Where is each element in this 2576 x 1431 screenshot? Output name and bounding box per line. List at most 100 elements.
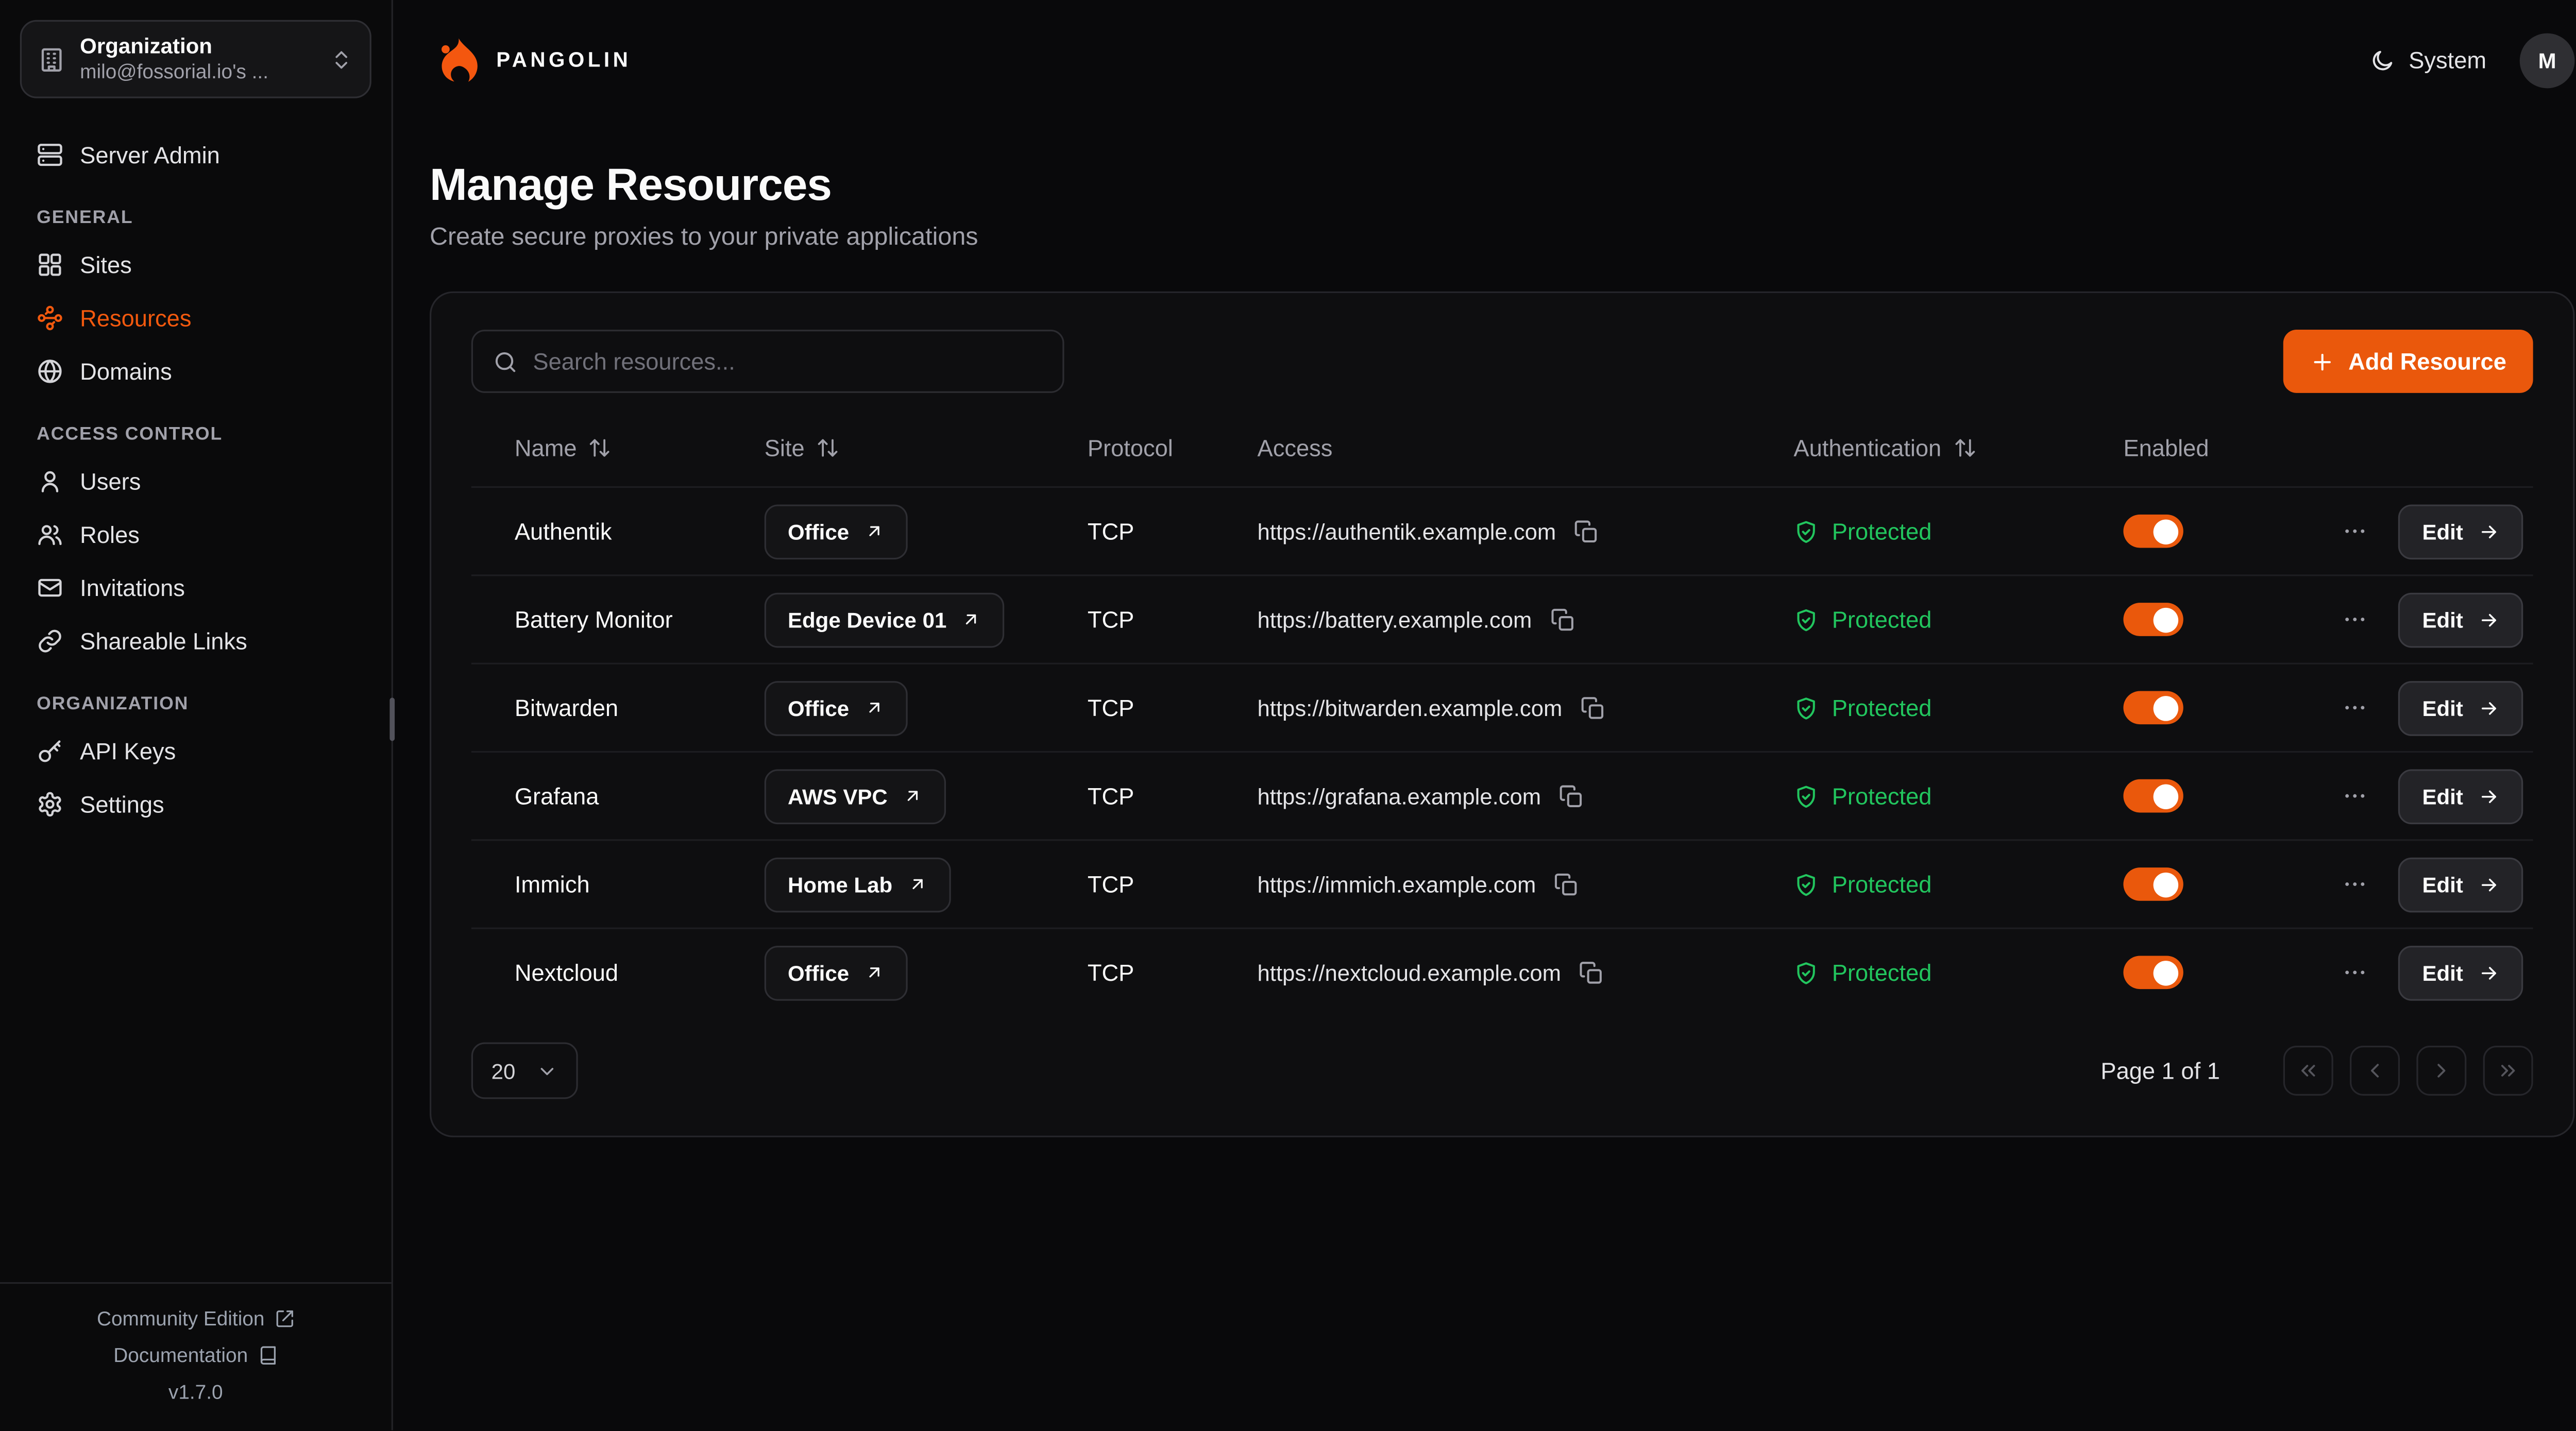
resource-url: https://authentik.example.com [1258,519,1556,543]
table-row: Bitwarden Office TCP https://bitwarden.e… [471,663,2533,751]
row-menu-button[interactable] [2342,959,2369,986]
column-header-authentication[interactable]: Authentication [1793,435,2123,462]
org-selector[interactable]: Organization milo@fossorial.io's ... [20,20,371,98]
add-resource-button[interactable]: Add Resource [2283,330,2533,393]
resource-protocol: TCP [1088,606,1258,633]
edit-button[interactable]: Edit [2399,945,2523,1000]
enabled-toggle[interactable] [2123,515,2183,548]
enabled-toggle[interactable] [2123,779,2183,813]
globe-icon [37,358,63,385]
row-menu-button[interactable] [2342,694,2369,721]
edit-button[interactable]: Edit [2399,504,2523,559]
arrow-up-right-icon [864,962,884,982]
search-input[interactable] [533,348,1042,375]
enabled-toggle[interactable] [2123,956,2183,989]
site-link-button[interactable]: Office [765,945,907,1000]
resource-protocol: TCP [1088,518,1258,544]
copy-url-button[interactable] [1581,695,1605,720]
column-label: Name [515,435,577,462]
arrow-right-icon [2478,962,2500,983]
sidebar-item-sites[interactable]: Sites [20,238,371,291]
row-menu-button[interactable] [2342,518,2369,544]
column-header-name[interactable]: Name [471,435,765,462]
prev-page-button[interactable] [2350,1046,2400,1096]
site-link-button[interactable]: Office [765,504,907,559]
page-size-select[interactable]: 20 [471,1043,578,1099]
edit-button[interactable]: Edit [2399,857,2523,912]
shield-check-icon [1793,695,1818,720]
resource-name: Bitwarden [471,694,765,721]
sidebar-item-label: Roles [80,521,140,548]
site-name: Edge Device 01 [788,607,946,632]
chevron-down-icon [536,1060,558,1081]
resource-name: Nextcloud [471,959,765,986]
row-menu-button[interactable] [2342,871,2369,898]
toggle-knob [2154,872,2178,896]
grid-icon [37,251,63,278]
next-page-button[interactable] [2416,1046,2466,1096]
enabled-toggle[interactable] [2123,603,2183,636]
chevrons-up-down-icon [330,47,353,71]
search-box[interactable] [471,330,1064,393]
copy-url-button[interactable] [1574,519,1599,543]
sidebar-item-domains[interactable]: Domains [20,345,371,398]
edit-label: Edit [2422,783,2463,808]
sidebar-item-label: Domains [80,358,172,385]
row-menu-button[interactable] [2342,782,2369,809]
copy-url-button[interactable] [1550,607,1575,632]
community-edition-link[interactable]: Community Edition [0,1301,392,1337]
edit-label: Edit [2422,607,2463,632]
sidebar-item-resources[interactable]: Resources [20,292,371,345]
resource-name: Battery Monitor [471,606,765,633]
sidebar-item-shareable-links[interactable]: Shareable Links [20,615,371,668]
pangolin-logo-icon [430,35,480,85]
edit-button[interactable]: Edit [2399,769,2523,824]
sidebar-item-users[interactable]: Users [20,454,371,507]
sidebar-item-settings[interactable]: Settings [20,778,371,831]
sidebar-item-server-admin[interactable]: Server Admin [20,128,371,181]
auth-status: Protected [1832,518,1932,544]
documentation-link[interactable]: Documentation [0,1337,392,1374]
card-footer: 20 Page 1 of 1 [471,1043,2533,1099]
copy-url-button[interactable] [1580,960,1604,985]
shield-check-icon [1793,519,1818,543]
add-resource-label: Add Resource [2348,348,2506,375]
enabled-toggle[interactable] [2123,867,2183,901]
resource-url: https://grafana.example.com [1258,783,1541,808]
site-link-button[interactable]: AWS VPC [765,769,946,824]
moon-icon [2370,47,2395,72]
users-icon [37,521,63,548]
row-menu-button[interactable] [2342,606,2369,633]
brand-name: PANGOLIN [496,48,631,72]
copy-url-button[interactable] [1560,783,1584,808]
community-edition-label: Community Edition [97,1307,265,1331]
sidebar-item-roles[interactable]: Roles [20,508,371,561]
edit-button[interactable]: Edit [2399,592,2523,647]
table-row: Immich Home Lab TCP https://immich.examp… [471,839,2533,927]
enabled-toggle[interactable] [2123,691,2183,724]
sidebar-item-api-keys[interactable]: API Keys [20,724,371,777]
site-link-button[interactable]: Office [765,680,907,735]
link-icon [37,628,63,655]
site-link-button[interactable]: Edge Device 01 [765,592,1005,647]
sidebar-resize-handle[interactable] [389,697,395,741]
chevrons-right-icon [2497,1059,2520,1082]
plus-icon [2310,349,2335,373]
column-header-site[interactable]: Site [765,435,1088,462]
avatar[interactable]: M [2520,32,2575,88]
brand[interactable]: PANGOLIN [430,35,631,85]
first-page-button[interactable] [2283,1046,2333,1096]
copy-icon [1554,872,1579,896]
copy-url-button[interactable] [1554,872,1579,896]
column-label: Enabled [2123,435,2209,462]
site-link-button[interactable]: Home Lab [765,857,951,912]
ellipsis-icon [2342,518,2369,544]
mail-icon [37,574,63,601]
edit-button[interactable]: Edit [2399,680,2523,735]
theme-selector[interactable]: System [2370,47,2486,74]
app-window: Organization milo@fossorial.io's ... Ser… [0,0,2576,1430]
column-header-access: Access [1258,435,1794,462]
last-page-button[interactable] [2483,1046,2533,1096]
sidebar-item-invitations[interactable]: Invitations [20,561,371,614]
toggle-knob [2154,695,2178,720]
